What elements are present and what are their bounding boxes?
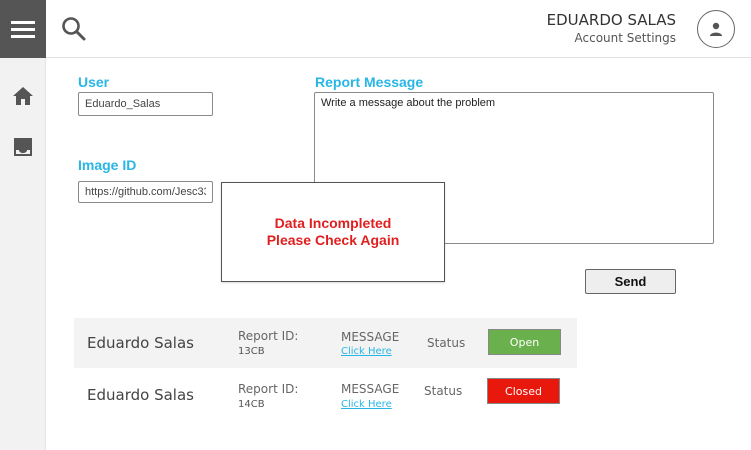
report-id-value: 14CB [238,399,265,410]
error-alert: Data Incompleted Please Check Again [221,182,445,282]
status-badge[interactable]: Closed [487,378,560,404]
hamburger-icon [11,21,35,38]
report-id-label: Report ID: [238,329,299,343]
report-row: Eduardo Salas Report ID: 13CB MESSAGE Cl… [74,318,577,368]
alert-line-2: Please Check Again [266,232,400,248]
search-icon[interactable] [60,15,88,43]
header-user-name: EDUARDO SALAS [546,11,676,29]
sidebar [0,0,46,450]
report-message-label: Report Message [315,74,424,90]
account-settings-link[interactable]: Account Settings [575,31,676,45]
avatar[interactable] [697,10,735,48]
report-user-name: Eduardo Salas [87,334,194,352]
message-link[interactable]: Click Here [341,399,392,410]
message-label: MESSAGE [341,330,400,344]
status-text: Open [509,335,540,349]
user-label: User [78,74,110,90]
user-field[interactable] [78,92,213,116]
menu-button[interactable] [0,0,46,58]
alert-line-1: Data Incompleted [274,215,392,231]
image-id-label: Image ID [78,157,137,173]
message-link[interactable]: Click Here [341,346,392,357]
report-id-value: 13CB [238,346,265,357]
send-button[interactable]: Send [585,269,676,294]
top-bar: EDUARDO SALAS Account Settings [46,0,751,58]
person-icon [710,22,722,36]
status-badge[interactable]: Open [488,329,561,355]
report-user-name: Eduardo Salas [87,386,194,404]
home-icon[interactable] [11,84,35,108]
status-label: Status [424,384,463,398]
upload-box-icon[interactable] [11,135,35,159]
status-text: Closed [505,384,542,398]
image-id-field[interactable] [78,181,213,203]
message-label: MESSAGE [341,382,400,396]
status-label: Status [427,336,466,350]
report-id-label: Report ID: [238,382,299,396]
report-row: Eduardo Salas Report ID: 14CB MESSAGE Cl… [74,369,577,419]
